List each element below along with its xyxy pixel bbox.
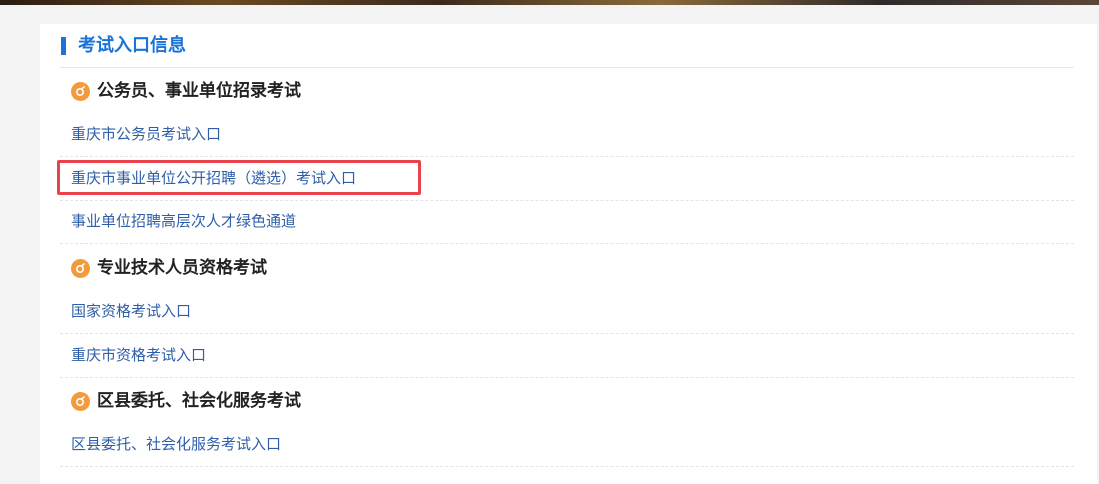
panel-header: 考试入口信息 [40,24,1097,68]
link-district-social-service-exam[interactable]: 区县委托、社会化服务考试入口 [71,434,281,454]
section-title: 公务员、事业单位招录考试 [97,81,301,101]
section-civil-service: 公务员、事业单位招录考试 [71,79,301,103]
link-chongqing-civil-service-exam[interactable]: 重庆市公务员考试入口 [71,124,221,144]
list-item: 事业单位招聘高层次人才绿色通道 [60,200,1074,244]
orange-leaf-icon [71,258,90,278]
link-national-qualification-exam[interactable]: 国家资格考试入口 [71,301,191,321]
list-item: 国家资格考试入口 [60,290,1074,334]
title-accent-bar [61,37,66,55]
highlight-box [57,160,421,195]
orange-leaf-icon [71,81,90,101]
section-title: 区县委托、社会化服务考试 [97,391,301,411]
list-item: 重庆市公务员考试入口 [60,113,1074,157]
header-divider [60,67,1074,68]
section-district-social-service: 区县委托、社会化服务考试 [71,389,301,413]
list-item: 区县委托、社会化服务考试入口 [60,423,1074,467]
section-professional-qualification: 专业技术人员资格考试 [71,256,267,280]
section-title: 专业技术人员资格考试 [97,258,267,278]
panel-title: 考试入口信息 [78,35,186,56]
list-item: 重庆市资格考试入口 [60,334,1074,378]
exam-entry-panel: 考试入口信息 公务员、事业单位招录考试 重庆市公务员考试入口 重庆市事业单位公开… [40,24,1097,484]
link-high-level-talent-green-channel[interactable]: 事业单位招聘高层次人才绿色通道 [71,211,296,231]
orange-leaf-icon [71,391,90,411]
top-banner-image [0,0,1099,5]
link-chongqing-qualification-exam[interactable]: 重庆市资格考试入口 [71,345,206,365]
